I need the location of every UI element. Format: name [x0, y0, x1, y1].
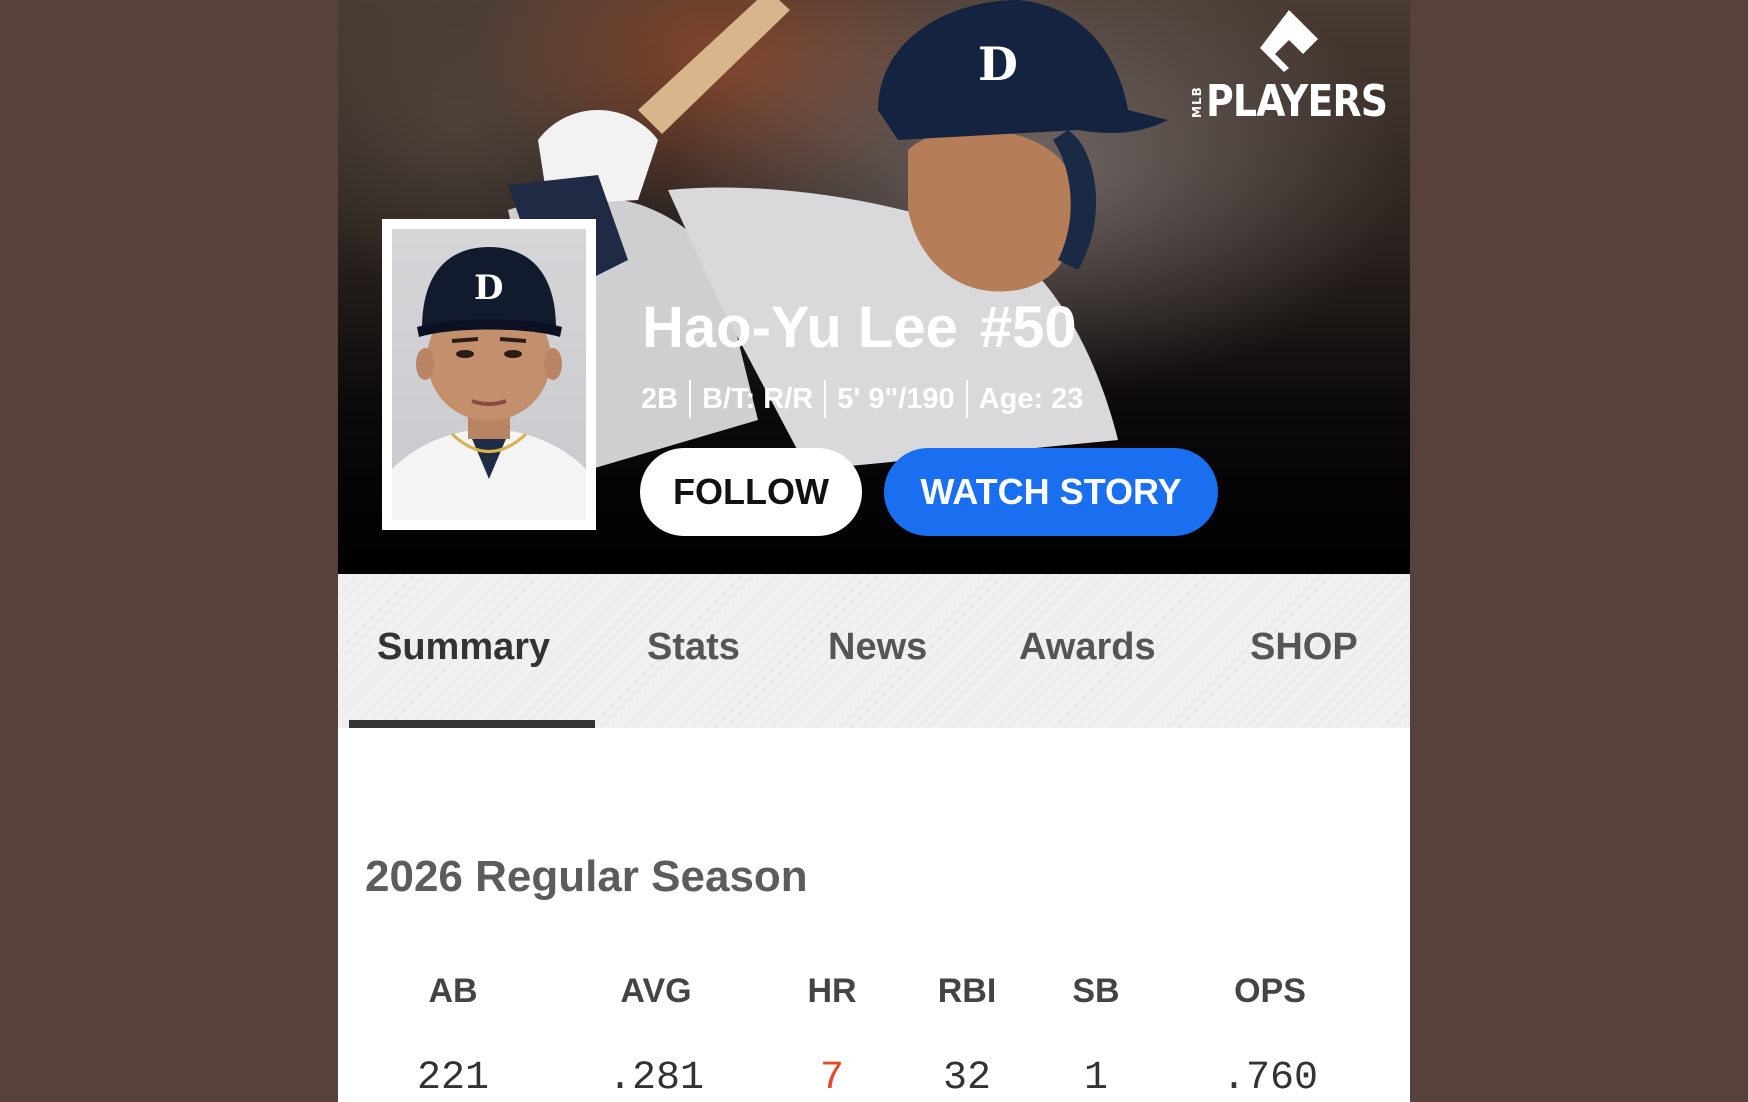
- player-bio-line: 2B B/T: R/R 5' 9"/190 Age: 23: [641, 380, 1083, 418]
- watch-story-button[interactable]: WATCH STORY: [884, 448, 1218, 536]
- stat-label: AVG: [620, 972, 692, 1010]
- svg-text:D: D: [474, 268, 503, 308]
- player-height-weight: 5' 9"/190: [837, 382, 955, 415]
- stat-label: SB: [1072, 972, 1120, 1010]
- player-age: Age: 23: [978, 382, 1084, 415]
- stat-value: .760: [1221, 1056, 1318, 1101]
- stat-avg: AVG .281: [566, 972, 746, 1101]
- stat-value: .281: [607, 1056, 704, 1101]
- follow-button[interactable]: FOLLOW: [640, 448, 862, 536]
- players-diamond-icon: [1260, 10, 1318, 72]
- meta-divider: [824, 380, 827, 418]
- svg-text:D: D: [978, 37, 1018, 91]
- meta-divider: [689, 380, 692, 418]
- player-headshot: D: [382, 219, 596, 530]
- tab-summary[interactable]: Summary: [377, 626, 550, 669]
- player-position: 2B: [641, 382, 679, 415]
- player-bats-throws: B/T: R/R: [702, 382, 814, 415]
- stat-value: 221: [416, 1056, 489, 1101]
- player-name-heading: Hao-Yu Lee #50: [642, 294, 1077, 361]
- stat-label: AB: [428, 972, 478, 1010]
- brand-players-text: PLAYERS: [1206, 76, 1388, 127]
- tab-awards[interactable]: Awards: [1019, 626, 1156, 669]
- season-title: 2026 Regular Season: [365, 852, 808, 901]
- player-name: Hao-Yu Lee: [642, 295, 958, 360]
- meta-divider: [965, 380, 968, 418]
- stat-label: OPS: [1234, 972, 1306, 1010]
- player-profile-screen: D MLB PLAYERS D Hao-Yu Lee #50 2B B/T: R…: [338, 0, 1410, 1102]
- brand-mlb-text: MLB: [1190, 86, 1204, 118]
- active-tab-indicator: [349, 720, 595, 728]
- stat-value: 1: [1083, 1056, 1108, 1101]
- mlb-players-logo: MLB PLAYERS: [1188, 8, 1388, 127]
- tab-stats[interactable]: Stats: [647, 626, 740, 669]
- stat-ab: AB 221: [363, 972, 543, 1101]
- player-number: #50: [979, 295, 1077, 360]
- stat-ops: OPS .760: [1180, 972, 1360, 1101]
- player-hero-banner: D MLB PLAYERS D Hao-Yu Lee #50 2B B/T: R…: [338, 0, 1410, 574]
- tab-shop[interactable]: SHOP: [1250, 626, 1358, 669]
- headshot-portrait: D: [392, 247, 586, 520]
- stat-sb: SB 1: [1006, 972, 1186, 1101]
- profile-tab-bar: Summary Stats News Awards SHOP: [338, 574, 1410, 728]
- tab-news[interactable]: News: [828, 626, 927, 669]
